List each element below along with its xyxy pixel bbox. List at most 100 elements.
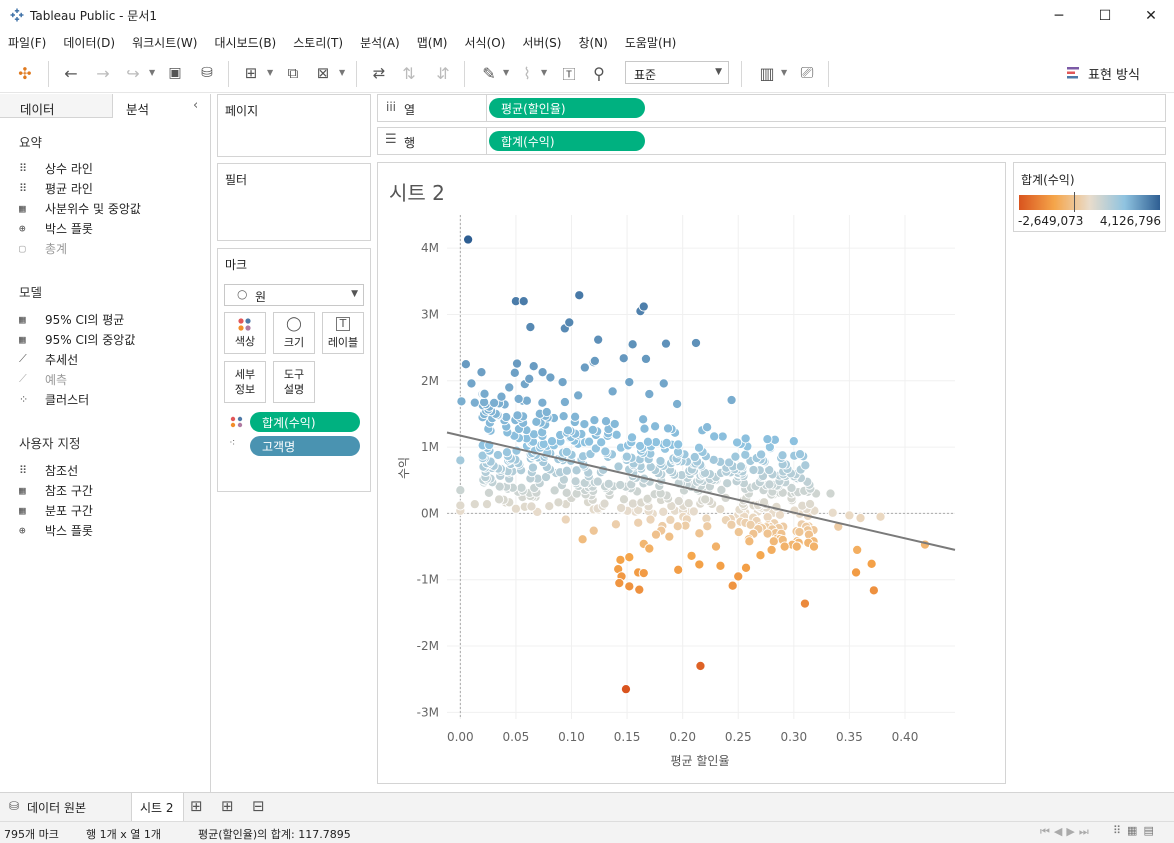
page-nav-icon[interactable]: ⏮◀▶⏭ (1040, 825, 1093, 839)
scatter-point (748, 464, 759, 476)
scatter-chart[interactable]: 0.00 0.05 0.10 0.15 0.20 0.25 0.30 0.35 0.40 4M 3M… (378, 163, 1005, 783)
new-worksheet-dropdown-icon[interactable]: ▼ (267, 68, 273, 77)
menu-window[interactable]: 창(N) (578, 34, 607, 51)
menu-data[interactable]: 데이터(D) (63, 34, 115, 51)
new-dashboard-icon[interactable]: ⊞ (221, 797, 234, 815)
label-button[interactable]: T 레이블 (322, 312, 364, 354)
show-cards-dropdown-icon[interactable]: ▼ (781, 68, 787, 77)
scatter-point (553, 497, 564, 508)
highlight-dropdown-icon[interactable]: ▼ (503, 68, 509, 77)
scatter-point (573, 390, 584, 401)
color-button[interactable]: 색상 (224, 312, 266, 354)
replay-dropdown-icon[interactable]: ▼ (149, 68, 155, 77)
minimize-button[interactable]: ─ (1036, 0, 1082, 31)
scatter-point (558, 411, 569, 422)
clear-sheet-icon[interactable]: ⊠ (312, 62, 334, 84)
scatter-point (496, 391, 507, 402)
scatter-point (851, 567, 862, 578)
detail-button[interactable]: 세부 정보 (224, 361, 266, 403)
fit-dropdown[interactable]: 표준 ▼ (625, 61, 729, 84)
custom-box-plot[interactable]: ⊕ 박스 플롯 (19, 521, 93, 539)
tab-data[interactable]: 데이터 (0, 94, 113, 118)
new-worksheet-icon[interactable]: ⊞ (190, 797, 203, 815)
model-average-ci[interactable]: ▦ 95% CI의 평균 (19, 310, 124, 328)
new-worksheet-icon[interactable]: ⊞ (240, 62, 262, 84)
tab-data-source[interactable]: 데이터 원본 (27, 799, 86, 816)
clear-sheet-dropdown-icon[interactable]: ▼ (339, 68, 345, 77)
scatter-point (640, 353, 652, 364)
show-cards-icon[interactable]: ▥ (756, 62, 778, 84)
save-icon[interactable]: ▣ (164, 62, 186, 84)
menu-file[interactable]: 파일(F) (8, 34, 46, 51)
summary-quartiles-median[interactable]: ▦ 사분위수 및 중앙값 (19, 199, 141, 217)
replay-icon[interactable]: ↪ (122, 62, 144, 84)
tableau-start-icon[interactable]: ✣ (14, 62, 36, 84)
rows-shelf[interactable]: ☰ 행 합계(수익) (377, 127, 1166, 155)
sort-descending-icon[interactable]: ⇵ (432, 62, 454, 84)
custom-reference-band[interactable]: ▦ 참조 구간 (19, 481, 93, 499)
columns-icon: iii (386, 100, 397, 114)
summary-average-line[interactable]: ⠿ 평균 라인 (19, 179, 93, 197)
color-label: 색상 (234, 335, 256, 348)
show-mark-labels-icon[interactable]: 🅃 (558, 62, 580, 84)
custom-distribution-band[interactable]: ▦ 분포 구간 (19, 501, 93, 519)
mark-type-dropdown[interactable]: ○ 원 ▼ (224, 284, 364, 306)
item-label: 추세선 (45, 352, 79, 367)
database-icon: ⛁ (9, 799, 20, 813)
highlight-icon[interactable]: ✎ (478, 62, 500, 84)
scatter-point (501, 447, 513, 458)
custom-reference-line[interactable]: ⠿ 참조선 (19, 461, 78, 479)
swap-rows-columns-icon[interactable]: ⇄ (368, 62, 390, 84)
model-trend-line[interactable]: ⟋ 추세선 (19, 350, 78, 368)
menu-format[interactable]: 서식(O) (465, 34, 506, 51)
item-label: 참조선 (45, 463, 79, 478)
duplicate-sheet-icon[interactable]: ⧉ (282, 62, 304, 84)
scatter-point (755, 550, 766, 561)
columns-pill[interactable]: 평균(할인율) (489, 98, 645, 118)
undo-icon[interactable]: ← (60, 62, 82, 84)
new-datasource-icon[interactable]: ⛁ (196, 62, 218, 84)
pin-axis-icon[interactable]: ⚲ (588, 62, 610, 84)
menu-help[interactable]: 도움말(H) (625, 34, 677, 51)
scatter-point (616, 502, 627, 514)
tab-sheet-2[interactable]: 시트 2 (131, 793, 184, 821)
scatter-point (764, 479, 775, 490)
scatter-point (650, 529, 662, 540)
detail-field-pill[interactable]: 고객명 (250, 436, 360, 456)
model-median-ci[interactable]: ▦ 95% CI의 중앙값 (19, 330, 135, 348)
size-button[interactable]: ◯ 크기 (273, 312, 315, 354)
menu-worksheet[interactable]: 워크시트(W) (132, 34, 197, 51)
menu-analysis[interactable]: 분석(A) (360, 34, 400, 51)
menu-story[interactable]: 스토리(T) (293, 34, 343, 51)
menu-bar: 파일(F) 데이터(D) 워크시트(W) 대시보드(B) 스토리(T) 분석(A… (0, 31, 1174, 53)
tooltip-button[interactable]: 도구 설명 (273, 361, 315, 403)
maximize-button[interactable]: ☐ (1082, 0, 1128, 31)
scatter-point (592, 476, 603, 487)
summary-box-plot[interactable]: ⊕ 박스 플롯 (19, 219, 93, 237)
presentation-mode-icon[interactable]: ⎚ (796, 62, 818, 84)
group-members-icon[interactable]: ⌇ (516, 62, 538, 84)
color-legend[interactable]: 합계(수익) -2,649,073 4,126,796 (1013, 162, 1166, 232)
collapse-pane-icon[interactable]: ‹ (193, 98, 198, 113)
scatter-point (579, 362, 590, 373)
sort-ascending-icon[interactable]: ⇅ (398, 62, 420, 84)
view-mode-icon[interactable]: ⠿▦▤ (1113, 824, 1160, 837)
group-dropdown-icon[interactable]: ▼ (541, 68, 547, 77)
summary-constant-line[interactable]: ⠿ 상수 라인 (19, 159, 93, 177)
close-button[interactable]: ✕ (1128, 0, 1174, 31)
model-cluster[interactable]: ⁘ 클러스터 (19, 390, 89, 408)
toolbar: ✣ ← → ↪ ▼ ▣ ⛁ ⊞ ▼ ⧉ ⊠ ▼ ⇄ ⇅ ⇵ ✎ ▼ ⌇ ▼ 🅃 … (0, 53, 1174, 93)
columns-shelf[interactable]: iii 열 평균(할인율) (377, 94, 1166, 122)
y-tick-label: 2M (421, 374, 439, 388)
show-me-button[interactable]: 표현 방식 (1066, 63, 1140, 83)
redo-icon[interactable]: → (92, 62, 114, 84)
chevron-down-icon: ▼ (351, 289, 358, 299)
menu-map[interactable]: 맵(M) (417, 34, 448, 51)
filters-card[interactable]: 필터 (217, 163, 371, 241)
color-field-pill[interactable]: 합계(수익) (250, 412, 360, 432)
menu-server[interactable]: 서버(S) (522, 34, 561, 51)
rows-pill[interactable]: 합계(수익) (489, 131, 645, 151)
pages-card[interactable]: 페이지 (217, 94, 371, 157)
new-story-icon[interactable]: ⊟ (252, 797, 265, 815)
menu-dashboard[interactable]: 대시보드(B) (214, 34, 276, 51)
